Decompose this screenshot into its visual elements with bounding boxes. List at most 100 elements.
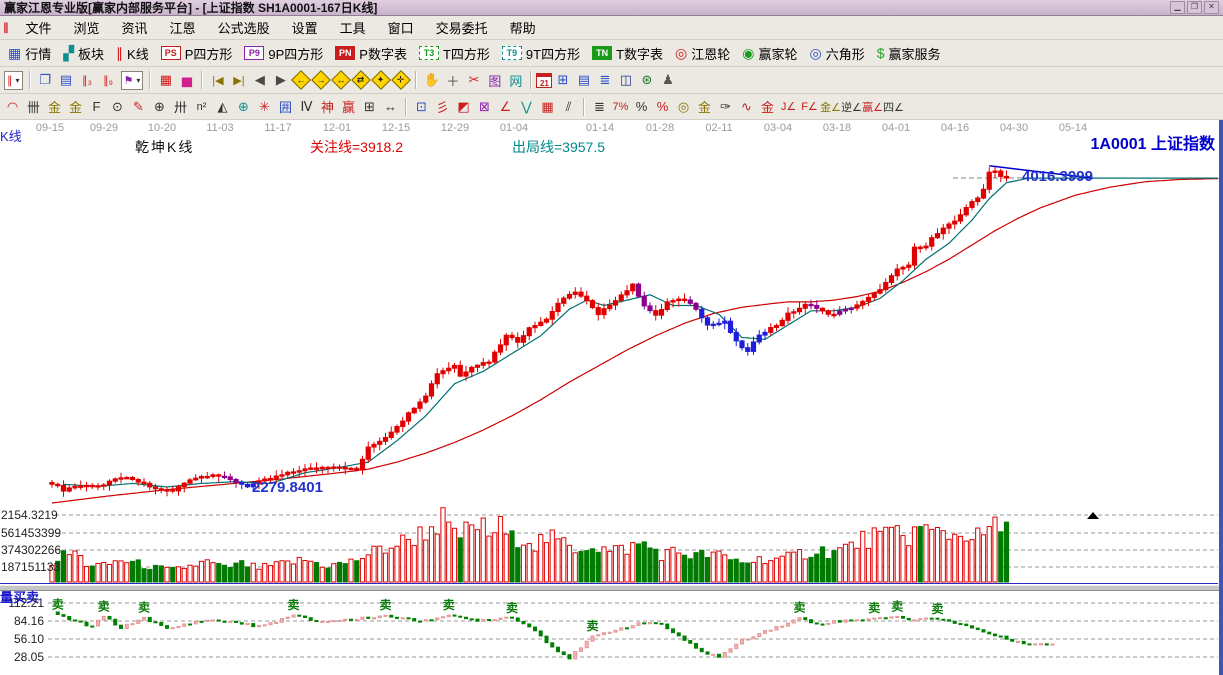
menu-item-3[interactable]: 资讯 [111,15,159,40]
star-grid-tool[interactable]: ✳ [254,96,275,117]
shen-tool[interactable]: 神 [317,96,338,117]
report-button[interactable]: ▤ [573,70,594,91]
f-angle-tool[interactable]: F∠ [799,96,820,117]
quotes-button[interactable]: ▦行情 [2,42,57,65]
ying-angle-tool[interactable]: 赢∠ [862,96,883,117]
hand-tool-button[interactable]: ✋ [421,70,442,91]
cut-tool-button[interactable]: ✂ [463,70,484,91]
gold-angle-tool[interactable]: 金∠ [820,96,841,117]
flag-selector[interactable]: ⚑▾ [121,71,144,90]
diamond-star-button[interactable]: ✦ [372,70,392,90]
menu-item-7[interactable]: 工具 [329,15,377,40]
check-tool[interactable]: ⋁ [516,96,537,117]
kline-button[interactable]: ∥K线 [110,42,155,65]
next-button[interactable]: ▶ [270,70,291,91]
spiral-tool[interactable]: ⊙ [107,96,128,117]
gann-wheel-button[interactable]: ◎江恩轮 [669,42,736,65]
gold-underline-tool[interactable]: 金 [757,96,778,117]
net-tool-teal-button[interactable]: 网 [505,70,526,91]
first-page-button[interactable]: |◀ [207,70,228,91]
restore-button[interactable]: ❐ [1187,1,1202,14]
angle-arc-tool[interactable]: ◠ [2,96,23,117]
target-tool[interactable]: ⊕ [233,96,254,117]
menu-item-2[interactable]: 浏览 [63,15,111,40]
pane-splitter[interactable] [0,585,1223,591]
hexagon-button[interactable]: ◎六角形 [804,42,871,65]
prev-button[interactable]: ◀ [249,70,270,91]
blue-box-tool[interactable]: ⊡ [411,96,432,117]
diamond-right-button[interactable]: → [312,70,332,90]
period-selector[interactable]: ∥▾ [4,71,23,90]
box-grid-tool[interactable]: 囲 [275,96,296,117]
winner-wheel-button[interactable]: ◉赢家轮 [736,42,803,65]
kline-style-button[interactable]: ▦ [155,70,176,91]
ink-tool[interactable]: ✑ [715,96,736,117]
j-angle-tool[interactable]: J∠ [778,96,799,117]
candlestick-chart-canvas[interactable]: 卖卖卖卖卖卖卖卖卖卖卖卖 [0,120,1223,675]
kline-9-button[interactable]: ∥₉ [98,70,119,91]
menu-item-4[interactable]: 江恩 [159,15,207,40]
menu-item-10[interactable]: 帮助 [499,15,547,40]
ni-angle-tool[interactable]: 逆∠ [841,96,862,117]
si-angle-tool[interactable]: 四∠ [883,96,904,117]
levels-tool[interactable]: ≣ [589,96,610,117]
diamond-both-button[interactable]: ↔ [332,70,352,90]
box-x-tool[interactable]: ⊠ [474,96,495,117]
t-table-button[interactable]: TNT数字表 [586,42,669,65]
t9-square-button[interactable]: T99T四方形 [496,42,586,65]
fan-box-tool[interactable]: ◩ [453,96,474,117]
diamond-cross-button[interactable]: ✛ [392,70,412,90]
calculator-button[interactable]: ⊞ [552,70,573,91]
minimize-button[interactable]: ▁ [1170,1,1185,14]
t-square-button[interactable]: T3T四方形 [413,42,496,65]
calendar-button[interactable]: 21 [536,73,552,88]
save-button[interactable]: ◫ [615,70,636,91]
wave-gold-tool[interactable]: ∿ [736,96,757,117]
grid-tool[interactable]: 卌 [23,96,44,117]
zoom-window-button[interactable]: ❐ [35,70,56,91]
f-grid-tool[interactable]: F [86,96,107,117]
color-histogram-button[interactable]: ▅ [176,70,197,91]
small-fan-tool[interactable]: ∠ [495,96,516,117]
gold-grid-tool[interactable]: 金 [44,96,65,117]
mirror-tool[interactable]: ◭ [212,96,233,117]
n2-tool[interactable]: n² [191,96,212,117]
crosshair-tool-button[interactable]: ＋ [442,70,463,91]
gold-grid2-tool[interactable]: 金 [65,96,86,117]
last-page-button[interactable]: ▶| [228,70,249,91]
child-window-icon[interactable]: ∥ [0,21,15,34]
notes-button[interactable]: ≣ [594,70,615,91]
winner-service-button[interactable]: $赢家服务 [871,42,947,65]
lines-tool[interactable]: ⫽ [558,96,579,117]
chart-tool-purple-button[interactable]: 图 [484,70,505,91]
red-pen-tool[interactable]: ✎ [128,96,149,117]
menu-item-9[interactable]: 交易委托 [425,15,499,40]
p9-square-button[interactable]: P99P四方形 [238,42,329,65]
circle-cross-tool[interactable]: ⊕ [149,96,170,117]
hspan-tool[interactable]: ↔ [380,96,401,117]
kline-3-button[interactable]: ∥₃ [77,70,98,91]
p-table-button[interactable]: PNP数字表 [329,42,413,65]
chart-region[interactable]: 卖卖卖卖卖卖卖卖卖卖卖卖 09-1509-2910-2011-0311-1712… [0,120,1223,675]
ying-tool[interactable]: 赢 [338,96,359,117]
close-button[interactable]: ✕ [1204,1,1219,14]
quote-list-button[interactable]: ▤ [56,70,77,91]
p-square-button[interactable]: PSP四方形 [155,42,239,65]
menu-item-1[interactable]: 文件 [15,15,63,40]
diamond-left-button[interactable]: ← [292,70,312,90]
gann-fan-tool[interactable]: 彡 [432,96,453,117]
grid123-tool[interactable]: ⊞ [359,96,380,117]
user-button[interactable]: ♟ [657,70,678,91]
percent-line-tool[interactable]: % [652,96,673,117]
percent-red-tool[interactable]: 7% [610,96,631,117]
menu-item-6[interactable]: 设置 [281,15,329,40]
web-button[interactable]: ⊛ [636,70,657,91]
percent-tool[interactable]: % [631,96,652,117]
sectors-button[interactable]: ▞板块 [57,42,110,65]
menu-item-5[interactable]: 公式选股 [207,15,281,40]
wave4-tool[interactable]: Ⅳ [296,96,317,117]
menu-item-8[interactable]: 窗口 [377,15,425,40]
gold-line-tool[interactable]: 金 [694,96,715,117]
grid2-tool[interactable]: 卅 [170,96,191,117]
fine-grid-tool[interactable]: ▦ [537,96,558,117]
